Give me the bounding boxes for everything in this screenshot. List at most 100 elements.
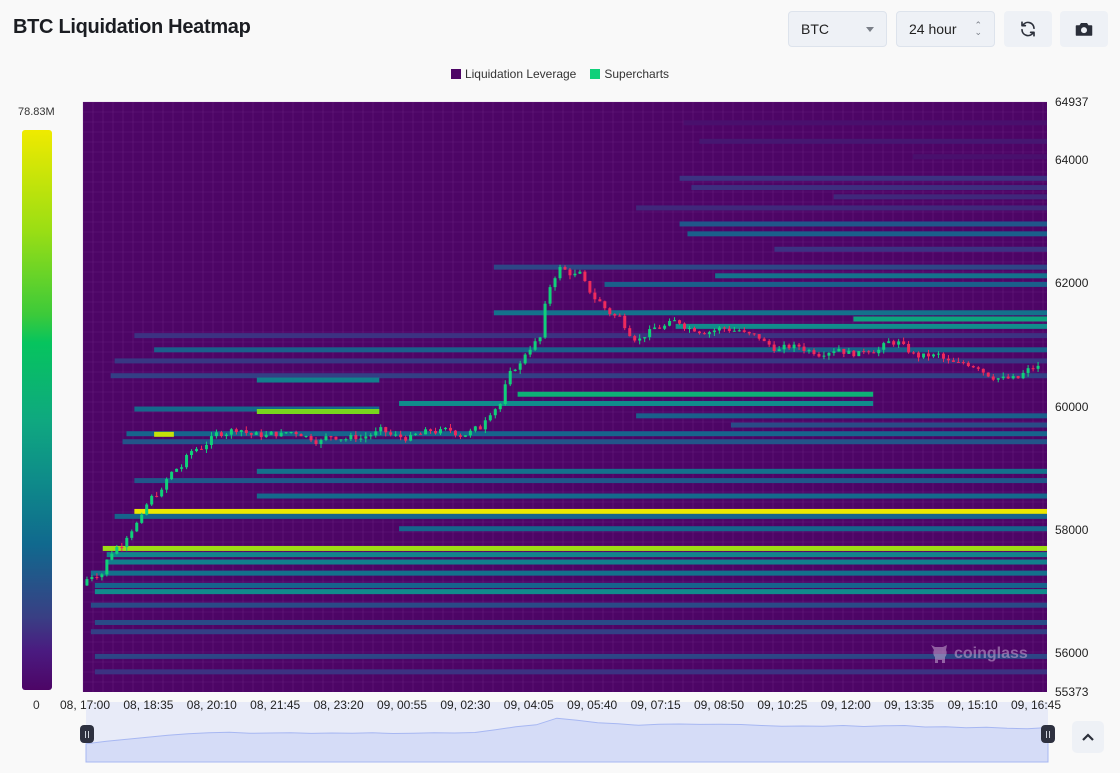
candle-body [752, 333, 756, 335]
candle-body [224, 434, 228, 437]
candle-body [1031, 368, 1035, 370]
candle-body [369, 435, 373, 437]
candle-body [1011, 376, 1015, 379]
candle-body [812, 350, 816, 355]
candle-body [314, 440, 318, 444]
candle-body [563, 267, 567, 270]
x-axis-label: 08, 23:20 [313, 698, 364, 712]
candle-body [767, 341, 771, 345]
candle-body [209, 436, 213, 445]
x-axis-label: 09, 16:45 [1010, 698, 1062, 712]
liquidation-band [256, 377, 380, 383]
candle-body [762, 338, 766, 342]
liquidation-band [730, 422, 1047, 428]
candle-body [199, 448, 203, 450]
candle-body [643, 337, 647, 339]
liquidation-band [715, 273, 1047, 279]
liquidation-band [256, 493, 1047, 499]
liquidation-band [134, 333, 1047, 339]
collapse-navigator-button[interactable] [1072, 721, 1104, 753]
candle-body [792, 344, 796, 349]
liquidation-band [114, 513, 1047, 519]
candle-body [289, 431, 293, 433]
candle-body [493, 409, 497, 416]
x-axis-label: 09, 05:40 [567, 698, 618, 712]
candle-body [414, 433, 418, 435]
candle-body [931, 354, 935, 357]
candle-body [100, 574, 104, 578]
candle-body [443, 427, 447, 430]
candle-body [299, 434, 303, 437]
liquidation-band [679, 221, 1047, 227]
candle-body [503, 384, 507, 405]
liquidation-band [94, 669, 1047, 675]
candle-body [204, 444, 208, 450]
candle-body [269, 431, 273, 435]
candle-body [807, 350, 811, 352]
candle-body [613, 314, 617, 316]
candle-body [90, 577, 94, 580]
liquidation-band [94, 582, 1047, 588]
y-axis-label: 55373 [1055, 685, 1089, 699]
candle-body [732, 330, 736, 332]
candle-body [249, 433, 253, 435]
liquidation-band [399, 400, 874, 406]
candle-body [274, 431, 278, 437]
x-axis-label: 09, 15:10 [947, 698, 998, 712]
y-axis-label: 64937 [1055, 95, 1089, 109]
candle-body [941, 353, 945, 359]
candle-body [707, 332, 711, 335]
candle-body [140, 514, 144, 523]
candle-body [902, 341, 906, 344]
candle-body [737, 330, 741, 332]
navigator-right-handle[interactable] [1041, 725, 1055, 743]
candle-body [673, 320, 677, 322]
candle-body [717, 327, 721, 331]
liquidation-band [90, 602, 1048, 608]
candle-body [458, 435, 462, 437]
x-axis-label: 09, 07:15 [630, 698, 681, 712]
candle-body [702, 333, 706, 335]
candle-body [712, 330, 716, 333]
liquidation-band [679, 175, 1047, 181]
candle-body [782, 344, 786, 350]
candle-body [598, 299, 602, 302]
candle-body [359, 438, 363, 440]
liquidation-band [114, 358, 1047, 364]
candle-body [463, 435, 467, 437]
candle-body [294, 431, 298, 435]
candle-body [170, 471, 174, 480]
candle-body [658, 327, 662, 329]
candle-body [573, 273, 577, 276]
liquidation-band [683, 120, 1047, 126]
liquidation-band [94, 619, 1047, 625]
candle-body [583, 271, 587, 282]
candle-body [105, 559, 109, 575]
candle-body [130, 531, 134, 538]
candle-body [384, 427, 388, 433]
liquidation-band [94, 653, 1047, 659]
candle-body [409, 434, 413, 441]
liquidation-band [94, 589, 1047, 595]
candle-body [747, 331, 751, 334]
candle-body [404, 437, 408, 441]
candle-body [608, 308, 612, 315]
candle-body [453, 430, 457, 436]
candle-body [374, 431, 378, 436]
candle-body [553, 278, 557, 288]
candle-body [692, 328, 696, 332]
candle-body [180, 467, 184, 469]
candle-body [862, 351, 866, 353]
candle-body [1006, 376, 1010, 379]
candle-body [797, 344, 801, 347]
x-axis-label: 08, 18:35 [123, 698, 174, 712]
candle-body [473, 426, 477, 431]
candle-body [319, 440, 323, 444]
candle-body [927, 353, 931, 357]
candle-body [996, 378, 1000, 380]
navigator-left-handle[interactable] [80, 725, 94, 743]
candle-body [956, 361, 960, 363]
x-axis-label: 08, 20:10 [186, 698, 237, 712]
liquidation-band [106, 552, 1048, 558]
candle-body [533, 341, 537, 350]
